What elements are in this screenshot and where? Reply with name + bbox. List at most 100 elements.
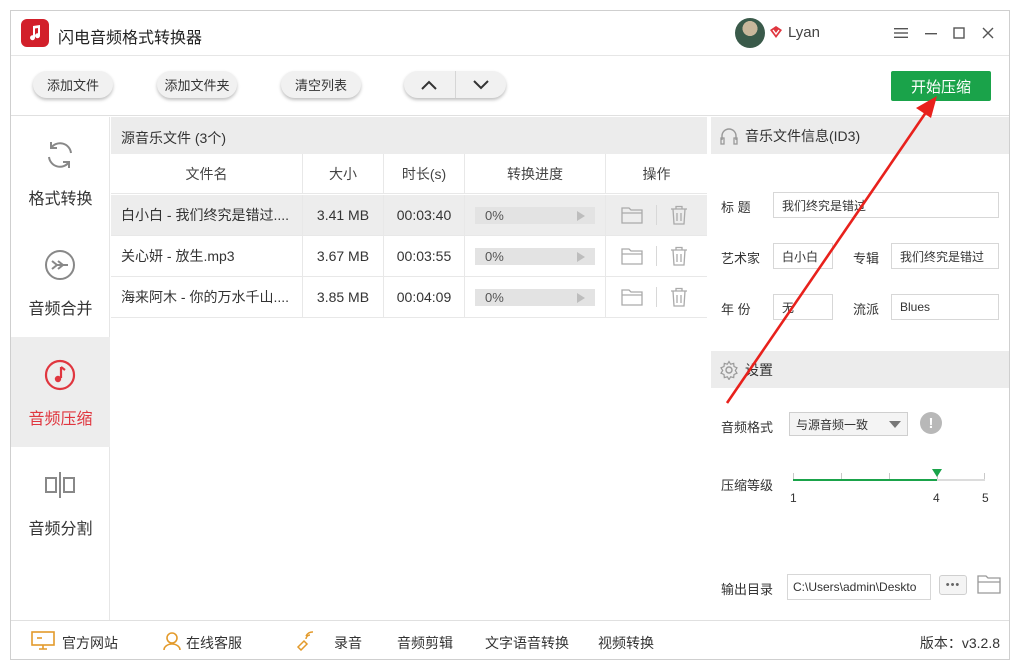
version-label: 版本：v3.2.8 (919, 635, 1000, 651)
table-row[interactable]: 白小白 - 我们终究是错过.... 3.41 MB 00:03:40 0% (111, 195, 707, 236)
progress-bar: 0% (475, 289, 595, 306)
format-select[interactable]: 与源音频一致 (789, 412, 908, 436)
table-row[interactable]: 关心妍 - 放生.mp3 3.67 MB 00:03:55 0% (111, 236, 707, 277)
folder-icon[interactable] (621, 288, 643, 306)
avatar[interactable] (735, 18, 765, 48)
vip-badge-icon (770, 26, 782, 38)
minimize-icon (925, 33, 937, 35)
column-header-name[interactable]: 文件名 (111, 154, 303, 194)
online-support-link[interactable]: 在线客服 (186, 633, 242, 653)
album-field[interactable]: 我们终究是错过 (891, 243, 999, 269)
start-compress-button[interactable]: 开始压缩 (891, 71, 991, 101)
trash-icon[interactable] (670, 287, 688, 307)
trash-icon[interactable] (670, 205, 688, 225)
app-title: 闪电音频格式转换器 (58, 30, 203, 47)
sidebar-item-label: 音频压缩 (28, 411, 93, 428)
right-panel: 音乐文件信息(ID3) 标 题 我们终究是错过 艺术家 白小白 专辑 我们终究是… (711, 117, 1009, 620)
title-field[interactable]: 我们终究是错过 (773, 192, 999, 218)
year-field[interactable]: 无 (773, 294, 833, 320)
move-up-button[interactable] (404, 71, 455, 98)
chevron-up-icon (421, 80, 437, 90)
move-down-button[interactable] (454, 71, 507, 98)
folder-icon[interactable] (621, 247, 643, 265)
sidebar-item-format-convert[interactable]: 格式转换 (11, 117, 110, 227)
id3-section-title: 音乐文件信息(ID3) (745, 127, 861, 144)
file-duration: 00:03:55 (384, 236, 465, 276)
text-to-speech-link[interactable]: 文字语音转换 (485, 633, 569, 653)
headphones-icon (720, 127, 738, 145)
progress-text: 0% (485, 208, 504, 223)
hamburger-icon (894, 28, 908, 38)
format-select-value: 与源音频一致 (796, 417, 869, 432)
play-icon (577, 211, 585, 221)
app-logo-icon (21, 19, 49, 47)
progress-bar: 0% (475, 248, 595, 265)
clear-list-button[interactable]: 清空列表 (281, 71, 361, 98)
maximize-button[interactable] (947, 21, 971, 45)
title-label: 标 题 (721, 200, 751, 215)
warning-icon[interactable]: ! (920, 412, 942, 434)
broadcast-icon (296, 631, 314, 651)
trash-icon[interactable] (670, 246, 688, 266)
file-name: 关心妍 - 放生.mp3 (111, 236, 303, 276)
column-header-progress: 转换进度 (465, 154, 606, 194)
level-mark: 4 (933, 491, 940, 505)
album-label: 专辑 (853, 251, 880, 266)
split-icon (45, 472, 75, 498)
sidebar-item-audio-merge[interactable]: 音频合并 (11, 227, 110, 337)
settings-section-header: 设置 (711, 351, 1009, 388)
slider-tick (793, 473, 794, 479)
folder-icon[interactable] (621, 206, 643, 224)
sidebar-item-label: 格式转换 (28, 191, 93, 208)
artist-field[interactable]: 白小白 (773, 243, 833, 269)
title-bar: 闪电音频格式转换器 Lyan (11, 11, 1009, 56)
genre-label: 流派 (853, 302, 880, 317)
sidebar-item-audio-compress[interactable]: 音频压缩 (11, 337, 110, 447)
user-name[interactable]: Lyan (788, 24, 820, 41)
output-label: 输出目录 (721, 582, 774, 597)
audio-edit-link[interactable]: 音频剪辑 (397, 633, 453, 653)
play-icon (577, 252, 585, 262)
video-convert-link[interactable]: 视频转换 (598, 633, 654, 653)
close-button[interactable] (976, 21, 1000, 45)
add-folder-button[interactable]: 添加文件夹 (157, 71, 237, 98)
compress-level-slider[interactable] (793, 479, 985, 481)
support-icon (163, 632, 181, 651)
app-window: 闪电音频格式转换器 Lyan 添加文件 添加文件夹 清空列表 开始压缩 格式转换… (10, 10, 1010, 660)
file-duration: 00:03:40 (384, 195, 465, 235)
record-link[interactable]: 录音 (334, 633, 362, 653)
add-file-button[interactable]: 添加文件 (33, 71, 113, 98)
table-row[interactable]: 海来阿木 - 你的万水千山.... 3.85 MB 00:04:09 0% (111, 277, 707, 318)
slider-thumb[interactable] (932, 469, 942, 477)
column-header-size[interactable]: 大小 (303, 154, 384, 194)
sidebar-item-audio-split[interactable]: 音频分割 (11, 447, 110, 557)
output-path-field[interactable]: C:\Users\admin\Deskto (787, 574, 931, 600)
column-header-duration[interactable]: 时长(s) (384, 154, 465, 194)
minimize-button[interactable] (919, 21, 943, 45)
folder-icon[interactable] (977, 574, 1001, 594)
genre-field[interactable]: Blues (891, 294, 999, 320)
monitor-icon (31, 631, 55, 650)
year-label: 年 份 (721, 302, 751, 317)
menu-button[interactable] (889, 21, 913, 45)
artist-label: 艺术家 (721, 251, 761, 266)
file-duration: 00:04:09 (384, 277, 465, 317)
file-name: 白小白 - 我们终究是错过.... (111, 195, 303, 235)
slider-tick (889, 473, 890, 479)
slider-fill (793, 479, 937, 481)
file-size: 3.85 MB (303, 277, 384, 317)
browse-button[interactable]: ••• (939, 575, 967, 595)
chevron-down-icon (473, 79, 489, 89)
level-label: 压缩等级 (721, 478, 774, 493)
sidebar-item-label: 音频合并 (28, 301, 93, 318)
slider-tick (841, 473, 842, 479)
divider (656, 287, 657, 307)
level-max: 5 (982, 491, 989, 505)
sidebar: 格式转换 音频合并 音频压缩 音频分割 (11, 117, 110, 620)
file-name: 海来阿木 - 你的万水千山.... (111, 277, 303, 317)
official-site-link[interactable]: 官方网站 (62, 633, 118, 653)
sidebar-item-label: 音频分割 (28, 521, 93, 538)
progress-bar: 0% (475, 207, 595, 224)
slider-tick (984, 473, 985, 479)
music-note-icon (44, 359, 76, 391)
